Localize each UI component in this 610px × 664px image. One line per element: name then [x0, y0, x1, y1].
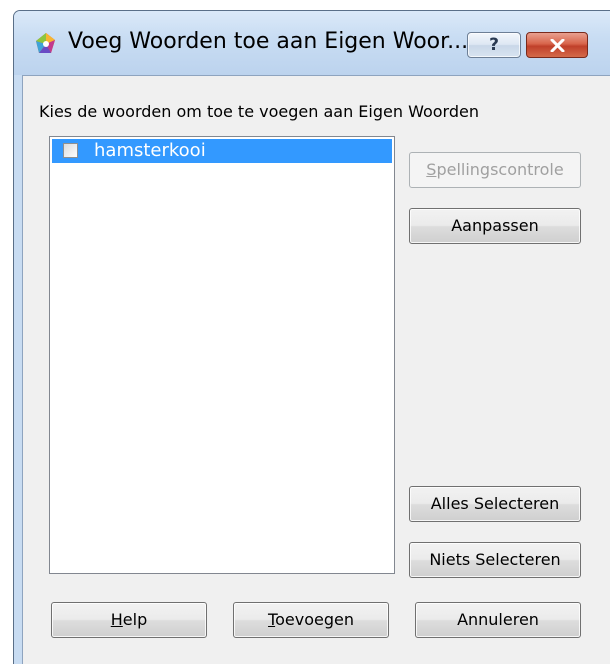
title-help-button[interactable]: ?: [467, 32, 521, 58]
help-mnemonic: H: [110, 610, 123, 629]
word-app-icon: [36, 33, 55, 53]
title-bar[interactable]: Voeg Woorden toe aan Eigen Woor... ?: [14, 11, 610, 75]
add-label: oevoegen: [275, 610, 354, 629]
list-item[interactable]: hamsterkooi: [52, 139, 392, 163]
instruction-label: Kies de woorden om toe te voegen aan Eig…: [39, 102, 479, 121]
select-none-button[interactable]: Niets Selecteren: [409, 542, 581, 578]
help-button[interactable]: Help: [51, 602, 207, 638]
spellcheck-label: pellingscontrole: [436, 160, 564, 179]
question-mark-icon: ?: [489, 35, 499, 55]
word-checkbox[interactable]: [63, 143, 78, 158]
window-title: Voeg Woorden toe aan Eigen Woor...: [68, 29, 469, 54]
select-all-button[interactable]: Alles Selecteren: [409, 486, 581, 522]
title-close-button[interactable]: [526, 32, 588, 58]
close-icon: [550, 39, 565, 52]
help-label: elp: [122, 610, 148, 629]
customize-button[interactable]: Aanpassen: [409, 208, 581, 244]
word-list[interactable]: hamsterkooi: [49, 136, 395, 574]
spellcheck-mnemonic: S: [426, 160, 437, 179]
dialog-window: Voeg Woorden toe aan Eigen Woor... ? Kie…: [13, 10, 610, 664]
cancel-button[interactable]: Annuleren: [415, 602, 581, 638]
word-label: hamsterkooi: [94, 140, 206, 161]
add-button[interactable]: Toevoegen: [233, 602, 389, 638]
spellcheck-button[interactable]: Spellingscontrole: [409, 152, 581, 188]
dialog-content: Kies de woorden om toe te voegen aan Eig…: [22, 75, 610, 664]
